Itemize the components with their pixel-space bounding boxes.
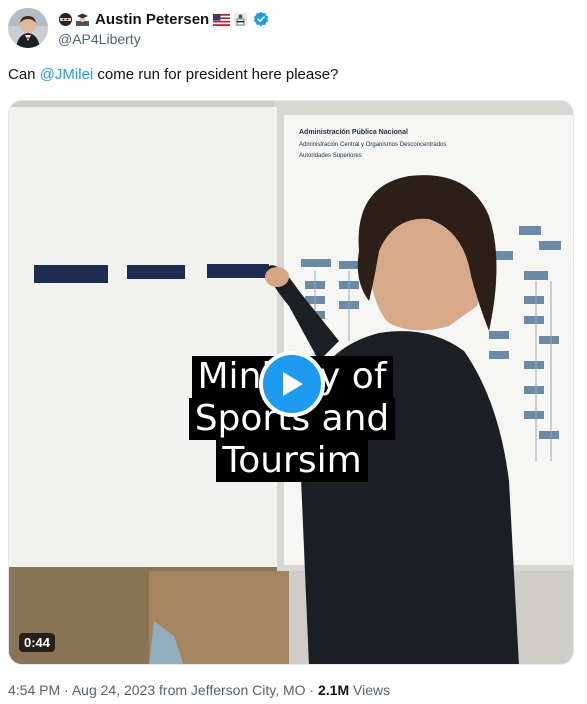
author-display-name[interactable]: Austin Petersen — [95, 11, 209, 28]
mention-link[interactable]: @JMilei — [40, 66, 94, 83]
meta-separator: · — [64, 682, 69, 698]
ninja-emoji — [58, 12, 73, 27]
tweet-meta: 4:54 PM · Aug 24, 2023 from Jefferson Ci… — [8, 682, 390, 698]
tweet-time[interactable]: 4:54 PM — [8, 682, 60, 698]
video-duration-badge: 0:44 — [19, 633, 56, 652]
org-chart-subtitle-1: Administración Central y Organismos Desc… — [299, 142, 446, 148]
karate-icon — [233, 12, 248, 27]
graduation-emoji — [75, 12, 90, 27]
tweet-location[interactable]: Jefferson City, MO — [191, 682, 306, 698]
us-flag-icon — [213, 13, 231, 26]
caption-line-3: Toursim — [216, 440, 368, 482]
meta-separator-2: · — [309, 682, 315, 698]
from-label: from — [159, 682, 188, 698]
org-chart-title: Administración Pública Nacional — [299, 129, 408, 136]
tweet-text: Can @JMilei come run for president here … — [8, 65, 338, 85]
play-button[interactable] — [259, 351, 325, 417]
avatar[interactable] — [8, 8, 48, 48]
tweet-text-prefix: Can — [8, 66, 40, 83]
tweet-date[interactable]: Aug 24, 2023 — [72, 682, 155, 698]
author-handle[interactable]: @AP4Liberty — [58, 31, 269, 47]
views-count: 2.1M — [317, 682, 350, 698]
video-player[interactable]: Administración Pública Nacional Administ… — [8, 100, 574, 665]
org-chart-subtitle-2: Autoridades Superiores — [299, 153, 362, 159]
play-icon — [283, 372, 303, 396]
views-label: Views — [353, 682, 391, 698]
tweet-text-suffix: come run for president here please? — [93, 66, 339, 83]
verified-badge-icon — [253, 11, 269, 27]
tweet-header: Austin Petersen @AP4Liberty — [8, 8, 579, 54]
